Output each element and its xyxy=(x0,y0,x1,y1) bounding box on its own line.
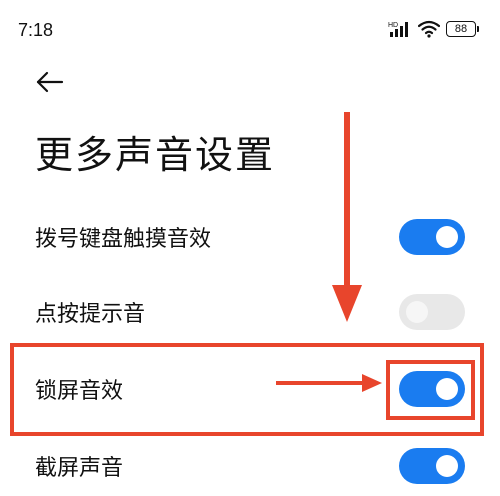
dialpad-touch-sound-toggle[interactable] xyxy=(399,219,465,255)
status-time: 7:18 xyxy=(18,20,54,40)
wifi-icon xyxy=(418,20,440,38)
battery-level: 88 xyxy=(454,23,468,35)
network-type-label: HD xyxy=(388,22,398,29)
page-title: 更多声音设置 xyxy=(35,133,276,177)
toggle-knob xyxy=(436,226,458,248)
setting-label: 拨号键盘触摸音效 xyxy=(35,227,212,252)
annotation-toggle-highlight xyxy=(386,360,475,420)
battery-icon: 88 xyxy=(446,21,479,37)
toggle-knob xyxy=(406,301,428,323)
setting-label: 点按提示音 xyxy=(35,302,146,327)
arrow-left-icon xyxy=(36,71,64,93)
setting-label: 截屏声音 xyxy=(35,456,124,481)
tap-sound-toggle[interactable] xyxy=(399,294,465,330)
cellular-signal-icon: HD xyxy=(388,22,408,37)
status-icons: HD 88 xyxy=(388,20,479,38)
setting-row-tap-sound: 点按提示音 xyxy=(0,282,500,342)
setting-row-dialpad-touch-sound: 拨号键盘触摸音效 xyxy=(0,207,500,267)
back-button[interactable] xyxy=(32,64,68,100)
status-bar: 7:18 HD 88 xyxy=(0,0,500,60)
toggle-knob xyxy=(436,455,458,477)
setting-row-screenshot-sound: 截屏声音 xyxy=(0,436,500,496)
